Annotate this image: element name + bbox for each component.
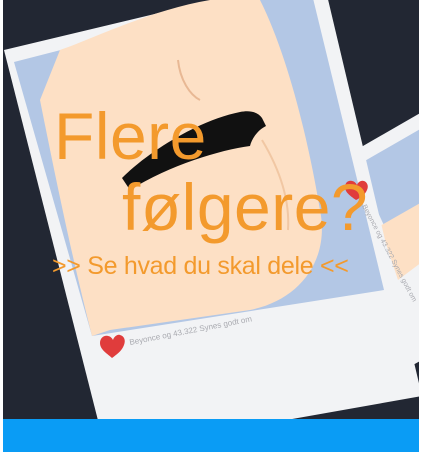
- cta-bar[interactable]: [0, 419, 422, 452]
- photo-collage: Beyonce og 43.322 Synes godt om Beyonce …: [4, 0, 422, 452]
- main-photo-card: [4, 0, 422, 452]
- ad-banner[interactable]: Beyonce og 43.322 Synes godt om Beyonce …: [0, 0, 422, 452]
- frame-border-left: [0, 0, 3, 452]
